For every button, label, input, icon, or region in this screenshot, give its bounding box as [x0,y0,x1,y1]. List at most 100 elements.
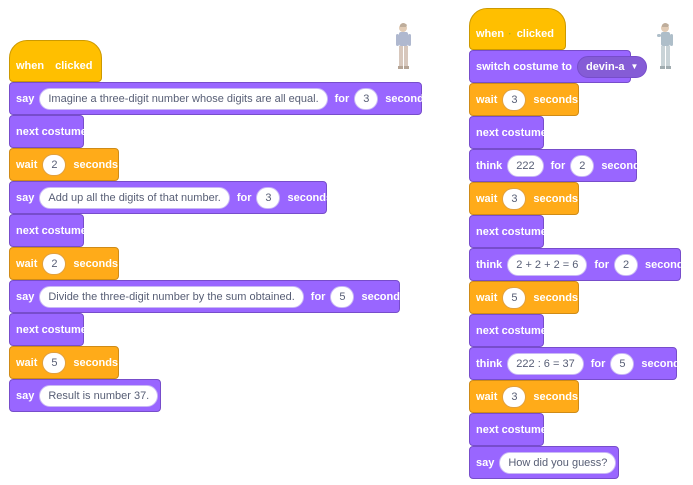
say-label: say [16,191,35,204]
green-flag-icon [509,33,511,35]
seconds-label: seconds [361,290,407,303]
for-label: for [236,191,252,204]
message-input[interactable]: 222 [507,154,544,177]
next-costume-block[interactable]: next costume [469,413,547,446]
next-costume-label: next costume [16,224,87,237]
for-label: for [594,258,610,271]
next-costume-block[interactable]: next costume [469,215,547,248]
secs-input[interactable]: 2 [42,252,67,275]
for-label: for [334,92,350,105]
sprite-thumbnail-icon [657,23,673,69]
next-costume-block[interactable]: next costume [9,214,87,247]
script-stack-right[interactable]: when clicked switch costume to devin-a ▼… [469,8,690,479]
secs-input[interactable]: 5 [42,351,67,374]
next-costume-label: next costume [16,125,87,138]
wait-block[interactable]: wait 5 seconds [469,281,579,314]
hat-clicked-label: clicked [516,28,554,40]
script-stack-left[interactable]: when clicked say Imagine a three-digit n… [9,40,430,412]
next-costume-block[interactable]: next costume [469,116,547,149]
switch-costume-block[interactable]: switch costume to devin-a ▼ [469,50,648,83]
wait-label: wait [476,291,498,304]
hat-clicked-label: clicked [55,60,93,72]
think-for-secs-block[interactable]: think 222 for 2 seconds [469,149,646,182]
secs-input[interactable]: 3 [502,88,527,111]
hat-when-label: when [16,60,45,72]
next-costume-label: next costume [476,126,547,139]
for-label: for [550,159,566,172]
message-input[interactable]: 2 + 2 + 2 = 6 [507,253,588,276]
next-costume-label: next costume [476,423,547,436]
seconds-label: seconds [73,257,119,270]
wait-label: wait [476,93,498,106]
wait-block[interactable]: wait 3 seconds [469,182,579,215]
say-for-secs-block[interactable]: say Add up all the digits of that number… [9,181,332,214]
next-costume-block[interactable]: next costume [469,314,547,347]
wait-block[interactable]: wait 3 seconds [469,83,579,116]
secs-input[interactable]: 2 [42,153,67,176]
say-label: say [16,290,35,303]
message-input[interactable]: 222 : 6 = 37 [507,352,584,375]
next-costume-label: next costume [476,324,547,337]
seconds-label: seconds [641,357,687,370]
next-costume-label: next costume [16,323,87,336]
secs-input[interactable]: 2 [614,253,639,276]
message-input[interactable]: Result is number 37. [39,384,159,407]
say-label: say [476,456,495,469]
secs-input[interactable]: 5 [502,286,527,309]
seconds-label: seconds [533,390,579,403]
wait-label: wait [16,356,38,369]
message-input[interactable]: How did you guess? [499,451,617,474]
wait-block[interactable]: wait 2 seconds [9,148,119,181]
say-for-secs-block[interactable]: say Divide the three-digit number by the… [9,280,406,313]
when-flag-clicked-block[interactable]: when clicked [469,8,566,50]
seconds-label: seconds [385,92,430,105]
when-flag-clicked-block[interactable]: when clicked [9,40,102,82]
message-input[interactable]: Add up all the digits of that number. [39,186,230,209]
message-input[interactable]: Imagine a three-digit number whose digit… [39,87,328,110]
switch-costume-label: switch costume to [476,60,572,73]
seconds-label: seconds [73,356,119,369]
think-for-secs-block[interactable]: think 2 + 2 + 2 = 6 for 2 seconds [469,248,690,281]
wait-block[interactable]: wait 5 seconds [9,346,119,379]
secs-input[interactable]: 2 [570,154,595,177]
code-area[interactable]: when clicked say Imagine a three-digit n… [0,0,693,485]
secs-input[interactable]: 5 [330,285,355,308]
seconds-label: seconds [601,159,646,172]
costume-dropdown-value: devin-a [585,60,625,73]
message-input[interactable]: Divide the three-digit number by the sum… [39,285,304,308]
wait-block[interactable]: wait 3 seconds [469,380,579,413]
think-label: think [476,258,503,271]
wait-label: wait [16,158,38,171]
next-costume-label: next costume [476,225,547,238]
say-label: say [16,92,35,105]
seconds-label: seconds [73,158,119,171]
say-block[interactable]: say How did you guess? [469,446,619,479]
say-block[interactable]: say Result is number 37. [9,379,161,412]
think-label: think [476,357,503,370]
secs-input[interactable]: 3 [354,87,379,110]
seconds-label: seconds [645,258,690,271]
wait-label: wait [476,192,498,205]
seconds-label: seconds [533,291,579,304]
sprite-thumbnail-icon [396,23,411,69]
costume-dropdown[interactable]: devin-a ▼ [576,55,648,78]
secs-input[interactable]: 5 [610,352,635,375]
seconds-label: seconds [533,192,579,205]
secs-input[interactable]: 3 [256,186,281,209]
seconds-label: seconds [287,191,333,204]
secs-input[interactable]: 3 [502,385,527,408]
wait-label: wait [16,257,38,270]
hat-when-label: when [476,28,505,40]
chevron-down-icon: ▼ [630,62,639,71]
say-for-secs-block[interactable]: say Imagine a three-digit number whose d… [9,82,430,115]
think-for-secs-block[interactable]: think 222 : 6 = 37 for 5 seconds [469,347,686,380]
seconds-label: seconds [533,93,579,106]
say-label: say [16,389,35,402]
for-label: for [590,357,606,370]
think-label: think [476,159,503,172]
next-costume-block[interactable]: next costume [9,115,87,148]
wait-block[interactable]: wait 2 seconds [9,247,119,280]
secs-input[interactable]: 3 [502,187,527,210]
wait-label: wait [476,390,498,403]
next-costume-block[interactable]: next costume [9,313,87,346]
